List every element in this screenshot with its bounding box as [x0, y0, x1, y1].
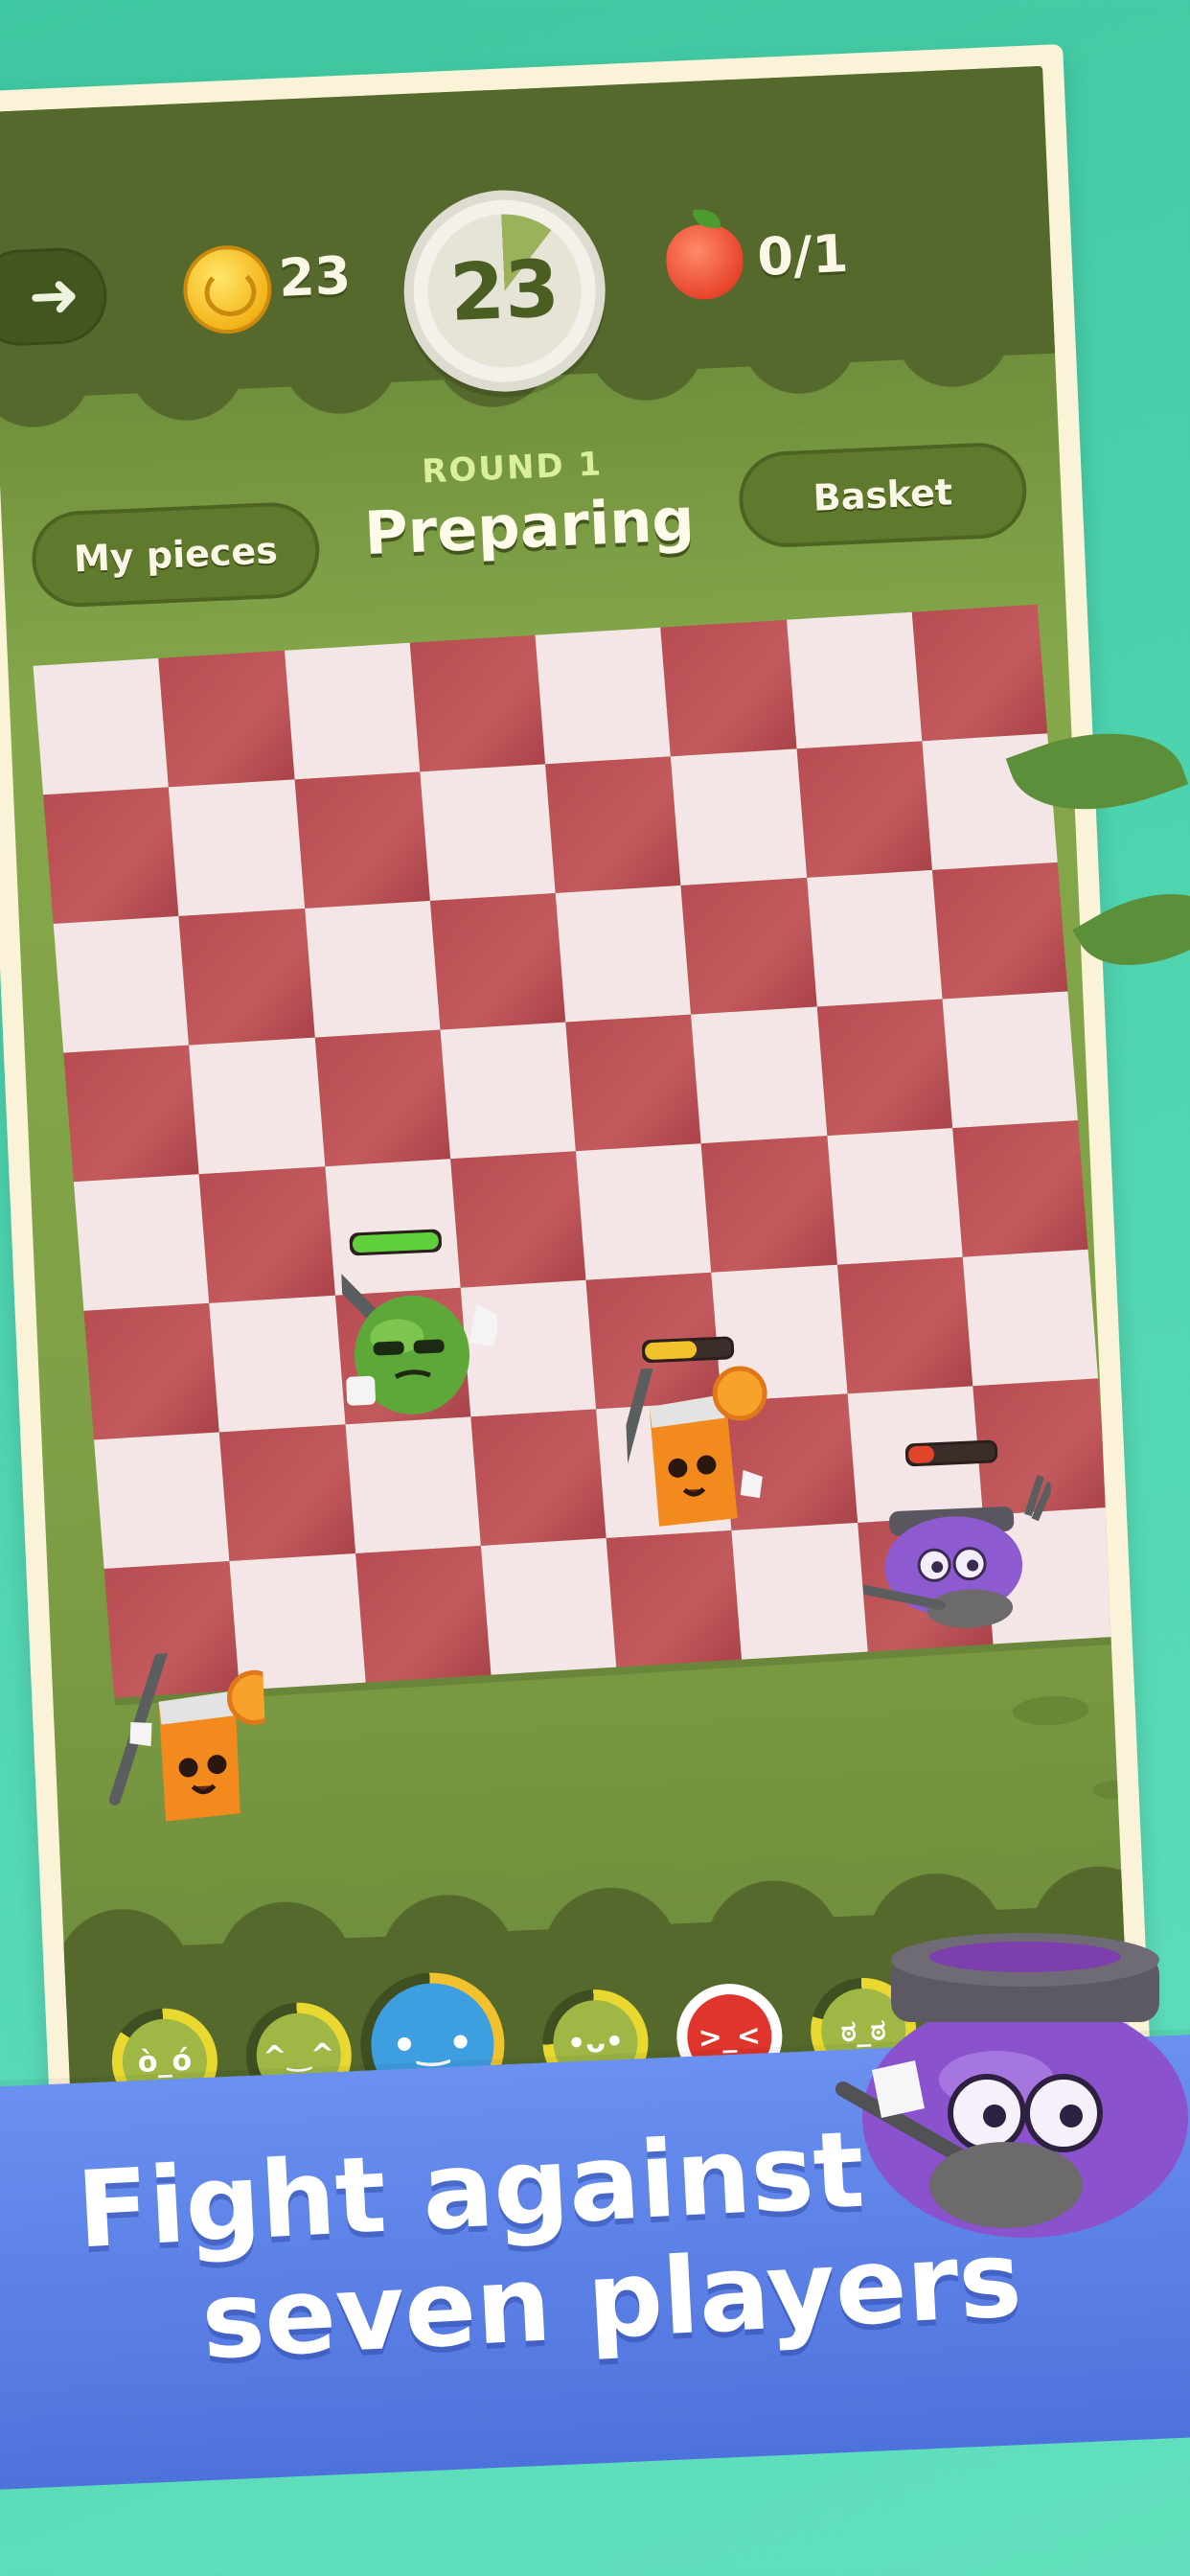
board-cell[interactable]: [691, 1006, 827, 1144]
board-cell[interactable]: [420, 764, 556, 901]
board-cell[interactable]: [158, 650, 295, 788]
board-cell[interactable]: [951, 1120, 1088, 1257]
board-cell[interactable]: [731, 1522, 868, 1660]
board-cell[interactable]: [470, 1409, 606, 1547]
board-cell[interactable]: [284, 642, 421, 780]
timer-value: 23: [447, 242, 561, 339]
board-cell[interactable]: [575, 1143, 712, 1280]
board-cell[interactable]: [198, 1166, 335, 1303]
board-cell[interactable]: [189, 1037, 325, 1175]
grape-health-bar: [904, 1439, 998, 1467]
board-cell[interactable]: [219, 1424, 355, 1562]
board-cell[interactable]: [94, 1432, 230, 1570]
bench-orange-juice-piece[interactable]: [99, 1608, 282, 1838]
timer-progress-dial: 23: [424, 211, 585, 371]
board-cell[interactable]: [606, 1530, 743, 1668]
board-cell[interactable]: [294, 771, 430, 909]
lime-fighter[interactable]: [215, 1155, 502, 1435]
board-cell[interactable]: [555, 885, 692, 1023]
board-cell[interactable]: [33, 657, 170, 795]
grape-jam-fighter[interactable]: [858, 1439, 1057, 1638]
board-cell[interactable]: [355, 1546, 492, 1683]
board-cell[interactable]: [836, 1256, 973, 1394]
board-cell[interactable]: [429, 892, 566, 1030]
board-cell[interactable]: [83, 1302, 220, 1440]
phase-label: Preparing: [362, 484, 697, 569]
board-cell[interactable]: [304, 900, 441, 1038]
my-pieces-button[interactable]: My pieces: [30, 500, 322, 610]
board-cell[interactable]: [43, 787, 179, 925]
board-cell[interactable]: [931, 862, 1068, 1000]
board-cell[interactable]: [796, 741, 932, 878]
orange-health-bar: [641, 1336, 735, 1364]
board-cell[interactable]: [700, 1136, 837, 1273]
grape-jam-mascot: [835, 1933, 1188, 2238]
game-screen: ➜ 23 23 0/1 My pieces Basket ROUND 1 Pre…: [0, 65, 1130, 2110]
lime-health-bar: [349, 1229, 443, 1256]
board-cell[interactable]: [345, 1416, 481, 1554]
board-cell[interactable]: [942, 991, 1078, 1129]
board-cell[interactable]: [545, 756, 681, 893]
board-cell[interactable]: [63, 1045, 199, 1183]
board-cell[interactable]: [209, 1295, 346, 1433]
board-cell[interactable]: [53, 916, 190, 1053]
board-cell[interactable]: [409, 634, 546, 772]
round-label: ROUND 1: [421, 445, 604, 492]
board-cell[interactable]: [911, 604, 1048, 742]
board-cell[interactable]: [73, 1174, 210, 1311]
basket-button[interactable]: Basket: [737, 441, 1029, 550]
arrow-left-icon: ➜: [27, 259, 81, 334]
board-cell[interactable]: [178, 908, 315, 1046]
board-cell[interactable]: [480, 1538, 617, 1675]
board-cell[interactable]: [786, 611, 923, 749]
orange-juice-fighter[interactable]: [612, 1314, 775, 1542]
board-cell[interactable]: [660, 619, 797, 757]
board-cell[interactable]: [535, 627, 672, 765]
apple-count: 0/1: [756, 222, 850, 288]
board-cell[interactable]: [440, 1022, 576, 1160]
board-cell[interactable]: [962, 1249, 1099, 1387]
board-cell[interactable]: [671, 748, 807, 886]
board-cell[interactable]: [680, 877, 817, 1015]
board-cell[interactable]: [806, 869, 943, 1007]
game-screenshot-frame: ➜ 23 23 0/1 My pieces Basket ROUND 1 Pre…: [0, 43, 1152, 2132]
board-cell[interactable]: [826, 1128, 963, 1265]
coin-count: 23: [277, 244, 353, 309]
board-cell[interactable]: [565, 1014, 701, 1152]
board-cell[interactable]: [816, 999, 952, 1137]
board-cell[interactable]: [169, 779, 305, 917]
board-cell[interactable]: [314, 1029, 450, 1167]
